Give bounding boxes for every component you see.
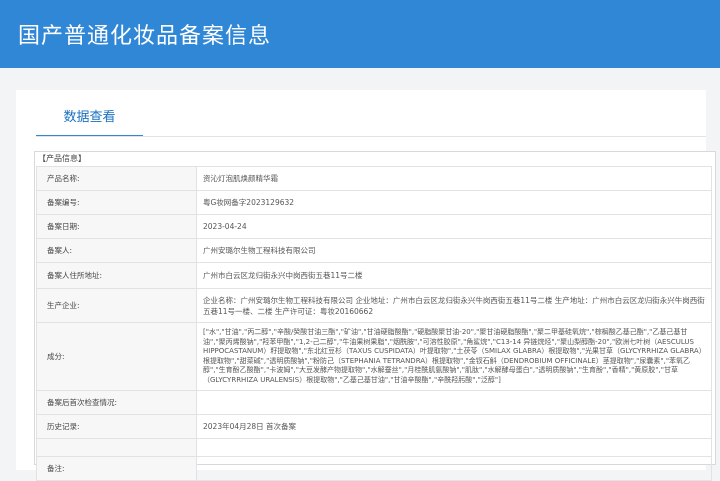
table-row: 备案人住所地址: 广州市白云区龙归街永兴中岗西街五巷11号二楼 xyxy=(36,262,712,289)
field-label: 备案人: xyxy=(36,238,197,263)
tab-divider xyxy=(36,136,706,137)
table-row: 备案后首次检查情况: xyxy=(36,390,712,415)
page-title: 国产普通化妆品备案信息 xyxy=(18,24,272,49)
field-value: 2023-04-24 xyxy=(196,214,712,239)
table-row: 备案编号: 粤G妆网备字2023129632 xyxy=(36,190,712,215)
field-value xyxy=(196,456,712,481)
field-value: 粤G妆网备字2023129632 xyxy=(196,190,712,215)
field-value: 资沁灯泡肌焕颜精华霜 xyxy=(196,166,712,191)
table-row xyxy=(36,438,712,457)
field-label: 备案日期: xyxy=(36,214,197,239)
field-label xyxy=(36,438,197,457)
field-label: 历史记录: xyxy=(36,414,197,439)
section-title: 【产品信息】 xyxy=(38,154,86,163)
field-label: 产品名称: xyxy=(36,166,197,191)
field-label: 成分: xyxy=(36,322,197,391)
field-label: 备案后首次检查情况: xyxy=(36,390,197,415)
page-header: 国产普通化妆品备案信息 xyxy=(0,0,720,68)
table-row: 备注: xyxy=(36,456,712,481)
field-value: 2023年04月28日 首次备案 xyxy=(196,414,712,439)
table-row: 成分: ["水","甘油","丙二醇","辛酸/癸酸甘油三酯","矿油","甘油… xyxy=(36,322,712,391)
field-label: 备注: xyxy=(36,456,197,481)
field-value: ["水","甘油","丙二醇","辛酸/癸酸甘油三酯","矿油","甘油硬脂酸酯… xyxy=(196,322,712,391)
table-row: 生产企业: 企业名称：广州安璐尔生物工程科技有限公司 企业地址：广州市白云区龙归… xyxy=(36,288,712,323)
product-info-table: 产品名称: 资沁灯泡肌焕颜精华霜 备案编号: 粤G妆网备字2023129632 … xyxy=(36,166,712,481)
field-value: 广州安璐尔生物工程科技有限公司 xyxy=(196,238,712,263)
tab-data-view[interactable]: 数据查看 xyxy=(36,109,143,137)
field-label: 备案编号: xyxy=(36,190,197,215)
field-value: 企业名称：广州安璐尔生物工程科技有限公司 企业地址：广州市白云区龙归街永兴牛岗西… xyxy=(196,288,712,323)
field-value xyxy=(196,390,712,415)
field-label: 备案人住所地址: xyxy=(36,262,197,289)
table-row: 备案人: 广州安璐尔生物工程科技有限公司 xyxy=(36,238,712,263)
field-value: 广州市白云区龙归街永兴中岗西街五巷11号二楼 xyxy=(196,262,712,289)
table-row: 历史记录: 2023年04月28日 首次备案 xyxy=(36,414,712,439)
field-label: 生产企业: xyxy=(36,288,197,323)
table-row: 备案日期: 2023-04-24 xyxy=(36,214,712,239)
table-row: 产品名称: 资沁灯泡肌焕颜精华霜 xyxy=(36,166,712,191)
field-value xyxy=(196,438,712,457)
